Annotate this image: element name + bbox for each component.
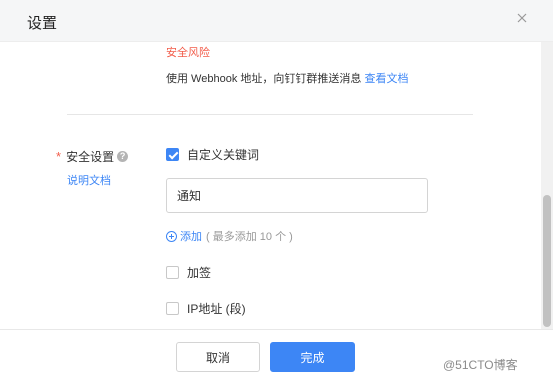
vertical-scrollbar[interactable]	[541, 42, 553, 329]
section-divider	[67, 114, 473, 115]
settings-dialog: 设置 安全风险 使用 Webhook 地址，向钉钉群推送消息 查看文档 * 安全…	[0, 0, 553, 381]
watermark: @51CTO博客	[443, 358, 518, 372]
close-icon[interactable]	[515, 11, 529, 25]
sign-checkbox[interactable]	[166, 266, 179, 279]
view-docs-link[interactable]: 查看文档	[364, 73, 408, 85]
required-mark: *	[56, 149, 62, 164]
add-keyword-button[interactable]: 添加	[166, 228, 202, 244]
keyword-input[interactable]	[166, 178, 428, 213]
ip-checkbox[interactable]	[166, 302, 179, 315]
webhook-hint: 使用 Webhook 地址，向钉钉群推送消息 查看文档	[166, 70, 408, 86]
done-button[interactable]: 完成	[270, 342, 355, 372]
ip-label: IP地址 (段)	[187, 302, 246, 316]
dialog-footer: 取消 完成	[0, 329, 553, 381]
security-settings-label: * 安全设置 ?	[56, 148, 129, 165]
sign-option[interactable]: 加签	[166, 264, 211, 281]
scrollbar-thumb[interactable]	[543, 195, 551, 327]
custom-keyword-label: 自定义关键词	[187, 148, 260, 162]
sign-label: 加签	[187, 266, 212, 280]
custom-keyword-checkbox[interactable]	[166, 148, 179, 161]
dialog-header: 设置	[0, 0, 553, 42]
instruction-doc-link[interactable]: 说明文档	[67, 172, 111, 188]
add-keyword-label: 添加	[180, 231, 202, 243]
ip-option[interactable]: IP地址 (段)	[166, 300, 246, 317]
custom-keyword-option[interactable]: 自定义关键词	[166, 146, 259, 163]
security-risk-text: 安全风险	[166, 47, 210, 59]
add-keyword-row: 添加 ( 最多添加 10 个 )	[166, 228, 293, 244]
cancel-button[interactable]: 取消	[176, 342, 260, 372]
add-limit-text: ( 最多添加 10 个 )	[206, 231, 293, 243]
webhook-hint-text: 使用 Webhook 地址，向钉钉群推送消息	[166, 73, 362, 85]
dialog-body[interactable]: 安全风险 使用 Webhook 地址，向钉钉群推送消息 查看文档 * 安全设置 …	[0, 42, 541, 329]
plus-circle-icon	[166, 230, 177, 242]
security-settings-label-text: 安全设置	[66, 150, 115, 164]
help-icon[interactable]: ?	[117, 151, 129, 162]
dialog-title: 设置	[27, 15, 58, 32]
